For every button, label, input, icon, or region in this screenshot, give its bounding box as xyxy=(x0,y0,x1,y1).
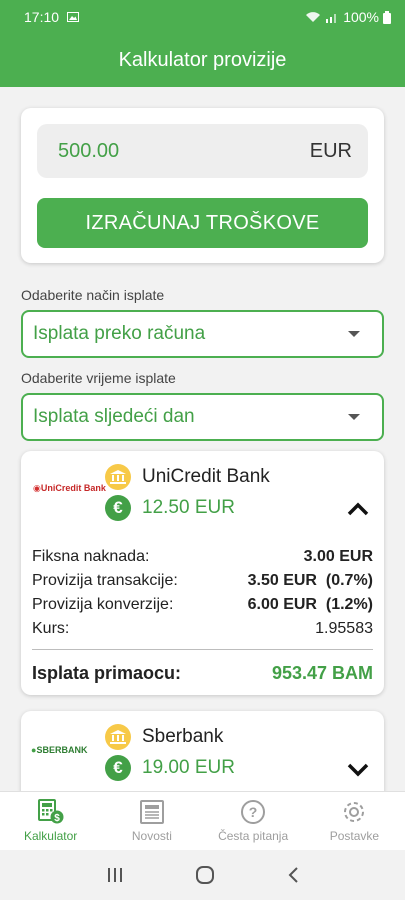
home-icon[interactable] xyxy=(195,865,215,885)
bank-name-row: UniCredit Bank xyxy=(105,464,270,490)
battery-icon xyxy=(383,10,391,24)
bank-name: UniCredit Bank xyxy=(142,466,270,487)
bank-fee-row: € 19.00 EUR xyxy=(105,755,235,781)
recents-icon[interactable] xyxy=(106,867,124,883)
payout-value: 953.47 BAM xyxy=(271,662,373,683)
detail-value: 6.00 EUR (1.2%) xyxy=(247,596,373,613)
bank-name: Sberbank xyxy=(142,726,224,747)
detail-value: 1.95583 xyxy=(315,620,373,637)
main-content[interactable]: 500.00 EUR IZRAČUNAJ TROŠKOVE Odaberite … xyxy=(0,87,405,791)
calculator-icon: $ xyxy=(37,799,64,824)
dropdown-arrow-icon xyxy=(348,414,360,420)
amount-input[interactable]: 500.00 EUR xyxy=(37,124,368,178)
nav-item-postavke[interactable]: Postavke xyxy=(304,792,405,850)
nav-item-cesta-pitanja[interactable]: ? Česta pitanja xyxy=(203,792,304,850)
bank-fee-row: € 12.50 EUR xyxy=(105,495,235,521)
nav-label: Česta pitanja xyxy=(218,829,289,843)
detail-row: Fiksna naknada: 3.00 EUR xyxy=(32,545,373,569)
nav-label: Novosti xyxy=(131,829,172,843)
page-title: Kalkulator provizije xyxy=(118,49,287,71)
back-icon[interactable] xyxy=(286,866,300,884)
payment-method-label: Odaberite način isplate xyxy=(21,287,165,303)
bank-card-header[interactable]: ◉UniCredit Bank UniCredit Bank € 12.50 E… xyxy=(21,451,384,531)
euro-icon: € xyxy=(105,495,131,521)
detail-label: Fiksna naknada: xyxy=(32,548,150,565)
currency-selector[interactable]: EUR xyxy=(310,140,352,163)
nav-label: Postavke xyxy=(329,829,380,843)
bank-card-header[interactable]: ●SBERBANK Sberbank € 19.00 EUR xyxy=(21,711,384,791)
newspaper-icon xyxy=(139,800,164,824)
euro-icon: € xyxy=(105,755,131,781)
detail-value: 3.00 EUR xyxy=(303,548,373,565)
sberbank-logo: ●SBERBANK xyxy=(31,745,88,755)
bank-name-row: Sberbank xyxy=(105,724,223,750)
nav-label: Kalkulator xyxy=(23,829,78,843)
detail-label: Provizija konverzije: xyxy=(32,596,174,613)
unicredit-logo-text: UniCredit Bank xyxy=(40,483,106,493)
bank-fee: 12.50 EUR xyxy=(142,497,235,518)
bank-building-icon xyxy=(105,724,131,750)
bank-card-sberbank[interactable]: ●SBERBANK Sberbank € 19.00 EUR xyxy=(21,711,384,791)
svg-text:?: ? xyxy=(249,804,258,820)
nav-item-kalkulator[interactable]: $ Kalkulator xyxy=(0,792,101,850)
status-right: 100% xyxy=(305,9,391,25)
detail-row: Kurs: 1.95583 xyxy=(32,617,373,641)
detail-value: 3.50 EUR (0.7%) xyxy=(247,572,373,589)
status-time: 17:10 xyxy=(24,9,60,25)
signal-icon xyxy=(326,14,337,23)
chevron-down-icon[interactable] xyxy=(346,761,370,777)
chevron-up-icon[interactable] xyxy=(346,501,370,517)
payment-method-value: Isplata preko računa xyxy=(33,323,206,344)
payout-label: Isplata primaocu: xyxy=(32,662,182,683)
unicredit-logo: ◉UniCredit Bank xyxy=(33,483,106,493)
wifi-icon xyxy=(306,12,321,22)
payment-method-select[interactable]: Isplata preko računa xyxy=(21,310,384,358)
bank-building-icon xyxy=(105,464,131,490)
payment-time-select[interactable]: Isplata sljedeći dan xyxy=(21,393,384,441)
payout-row: Isplata primaocu: 953.47 BAM xyxy=(32,650,373,696)
payment-time-label: Odaberite vrijeme isplate xyxy=(21,370,176,386)
help-icon: ? xyxy=(241,800,266,824)
nav-item-novosti[interactable]: Novosti xyxy=(101,792,202,850)
bank-details: Fiksna naknada: 3.00 EUR Provizija trans… xyxy=(21,531,384,696)
image-notification-icon xyxy=(67,12,80,22)
system-navigation xyxy=(0,850,405,900)
detail-row: Provizija transakcije: 3.50 EUR (0.7%) xyxy=(32,569,373,593)
detail-row: Provizija konverzije: 6.00 EUR (1.2%) xyxy=(32,593,373,617)
bank-fee: 19.00 EUR xyxy=(142,757,235,778)
amount-value[interactable]: 500.00 xyxy=(58,140,119,163)
gear-icon xyxy=(344,802,365,822)
app-bar: Kalkulator provizije xyxy=(0,34,405,87)
bottom-navigation: $ Kalkulator Novosti ? Česta pitanja Pos… xyxy=(0,791,405,850)
battery-percent: 100% xyxy=(343,9,379,25)
bank-card-unicredit[interactable]: ◉UniCredit Bank UniCredit Bank € 12.50 E… xyxy=(21,451,384,695)
amount-card: 500.00 EUR IZRAČUNAJ TROŠKOVE xyxy=(21,108,384,263)
payment-time-value: Isplata sljedeći dan xyxy=(33,406,195,427)
detail-label: Provizija transakcije: xyxy=(32,572,178,589)
sberbank-logo-text: SBERBANK xyxy=(36,745,88,755)
dropdown-arrow-icon xyxy=(348,331,360,337)
status-bar: 17:10 100% xyxy=(0,0,405,34)
calculate-costs-button[interactable]: IZRAČUNAJ TROŠKOVE xyxy=(37,198,368,248)
detail-label: Kurs: xyxy=(32,620,70,637)
svg-text:$: $ xyxy=(54,813,60,824)
